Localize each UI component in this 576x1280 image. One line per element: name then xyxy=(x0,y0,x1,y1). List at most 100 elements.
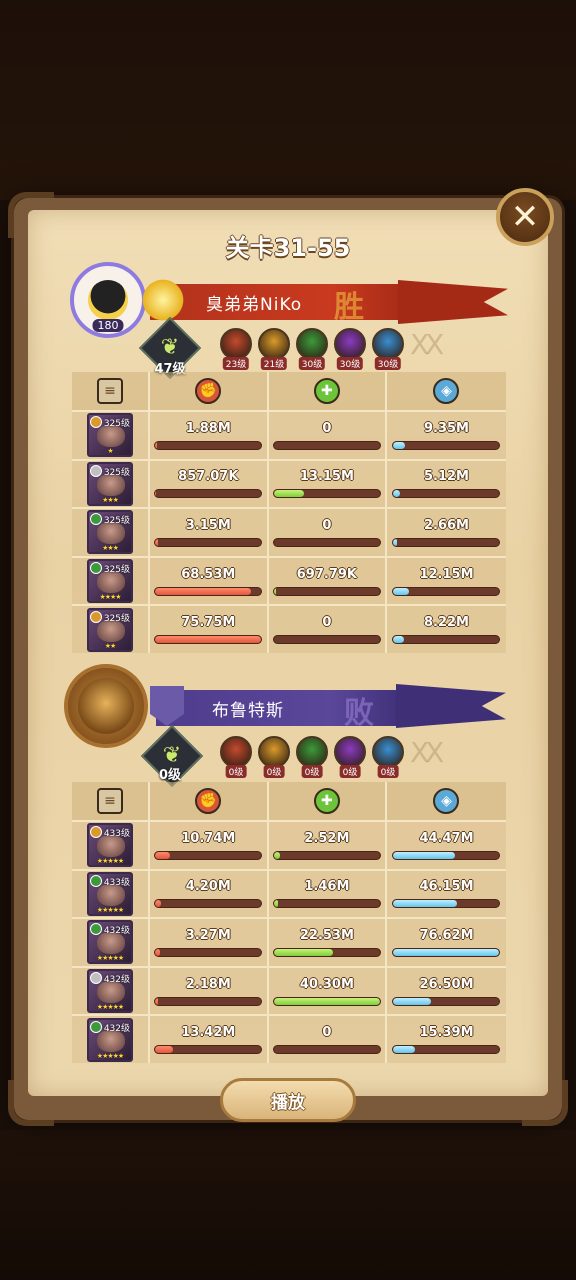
team-winner-stats-table: ≡ ✊ ✚ ◈ 325级 ★ 1.88M 0 9.35M 325级 ★★★ 857.07K 13.15M… xyxy=(72,372,506,653)
hero-portrait[interactable]: 433级 ★★★★★ xyxy=(87,823,133,868)
fist-damage-icon: ✊ xyxy=(195,378,222,404)
hero-faction-icon xyxy=(90,826,102,839)
hero-portrait[interactable]: 325级 ★★ xyxy=(87,607,133,652)
heal-cell: 0 xyxy=(269,509,388,556)
heal-bar xyxy=(272,635,381,645)
winner-crest-icon xyxy=(138,278,188,322)
damage-bar xyxy=(154,537,263,547)
player-name: 臭弟弟NiKo xyxy=(206,294,303,315)
faction-level: 0级 xyxy=(225,765,247,778)
faction-badges: 23级 21级 30级 30级 30级 xyxy=(220,328,404,370)
hero-cell: 432级 ★★★★★ xyxy=(72,919,150,966)
stage-title: 关卡31-55 xyxy=(225,234,351,262)
heal-value: 0 xyxy=(322,1025,332,1041)
hero-portrait[interactable]: 325级 ★★★ xyxy=(87,461,133,506)
tank-bar-fill xyxy=(393,997,431,1005)
damage-value: 13.42M xyxy=(181,1025,236,1041)
team-loser-stats-table: ≡ ✊ ✚ ◈ 433级 ★★★★★ 10.74M 2.52M 44.47M 433级 ★★★★★ 4… xyxy=(72,782,506,1063)
tank-bar xyxy=(392,440,501,450)
damage-value: 4.20M xyxy=(185,879,231,895)
damage-cell: 4.20M xyxy=(150,870,269,918)
tank-bar xyxy=(392,586,501,596)
table-header: ≡ ✊ ✚ ◈ xyxy=(72,372,506,410)
hero-stars: ★★★★★ xyxy=(96,905,124,914)
tank-bar xyxy=(392,489,501,499)
damage-bar xyxy=(154,996,263,1006)
fist-damage-icon: ✊ xyxy=(195,788,222,814)
heal-bar-fill xyxy=(273,587,276,595)
heal-value: 40.30M xyxy=(299,976,354,992)
heal-bar xyxy=(272,489,381,499)
enemy-name: 布鲁特斯 xyxy=(212,700,284,721)
damage-cell: 75.75M xyxy=(150,606,269,653)
tank-bar-fill xyxy=(393,490,400,498)
hero-level: 433级 xyxy=(103,877,130,888)
hero-stat-row: 325级 ★★★ 857.07K 13.15M 5.12M xyxy=(72,458,506,508)
tank-bar-fill xyxy=(393,441,406,449)
heal-cross-icon: ✚ xyxy=(313,788,340,814)
hero-portrait[interactable]: 432级 ★★★★★ xyxy=(87,1017,133,1062)
damage-bar xyxy=(154,635,263,645)
damage-bar-fill xyxy=(155,587,251,595)
heal-value: 22.53M xyxy=(299,927,354,943)
hero-portrait[interactable]: 325级 ★ xyxy=(87,413,133,458)
hero-level: 325级 xyxy=(103,565,130,576)
damage-bar-fill xyxy=(155,851,171,859)
hero-level: 432级 xyxy=(103,975,130,986)
tank-value: 76.62M xyxy=(419,927,474,943)
damage-bar xyxy=(154,850,263,860)
hero-stars: ★★★★ xyxy=(99,593,121,602)
heal-bar xyxy=(272,899,381,909)
hero-level: 325级 xyxy=(103,467,130,478)
tank-cell: 8.22M xyxy=(387,606,506,653)
heal-bar-fill xyxy=(273,490,304,498)
hero-portrait[interactable]: 432级 ★★★★★ xyxy=(87,969,133,1014)
scroll-icon[interactable]: ≡ xyxy=(97,788,123,814)
tank-value: 46.15M xyxy=(419,879,474,895)
damage-value: 68.53M xyxy=(181,566,236,582)
void-faction-icon: 30级 xyxy=(334,328,366,370)
close-button[interactable]: ✕ xyxy=(496,188,554,246)
hero-portrait[interactable]: 432级 ★★★★★ xyxy=(87,920,133,965)
hero-stars: ★★★ xyxy=(102,544,119,553)
damage-bar-fill xyxy=(155,900,161,908)
tank-bar xyxy=(392,947,501,957)
damage-bar xyxy=(154,1045,263,1055)
background-bottom xyxy=(0,1130,576,1280)
damage-bar xyxy=(154,586,263,596)
hero-portrait[interactable]: 325级 ★★★★ xyxy=(87,559,133,604)
hero-cell: 325级 ★ xyxy=(72,412,150,459)
damage-cell: 3.15M xyxy=(150,509,269,556)
player-avatar[interactable]: 180 xyxy=(70,262,146,338)
hero-stars: ★★★ xyxy=(102,495,119,504)
play-replay-button[interactable]: 播放 xyxy=(220,1078,356,1122)
damage-value: 10.74M xyxy=(181,830,236,846)
faction-level: 23级 xyxy=(222,357,250,370)
faction-level: 0级 xyxy=(263,765,285,778)
tank-cell: 5.12M xyxy=(387,461,506,508)
heal-value: 2.52M xyxy=(304,830,350,846)
scroll-icon[interactable]: ≡ xyxy=(97,378,123,404)
tank-bar-fill xyxy=(393,538,397,546)
hero-faction-icon xyxy=(90,464,102,477)
heal-value: 0 xyxy=(322,420,332,436)
tank-bar-fill xyxy=(393,636,405,644)
hero-cell: 433级 ★★★★★ xyxy=(72,822,150,869)
result-win-label: 胜 xyxy=(334,290,364,325)
hero-portrait[interactable]: 325级 ★★★ xyxy=(87,510,133,555)
column-header: ≡ xyxy=(72,782,150,820)
light-faction-icon: 21级 xyxy=(258,328,290,370)
hero-stat-row: 432级 ★★★★★ 2.18M 40.30M 26.50M xyxy=(72,965,506,1015)
column-header: ✊ xyxy=(150,782,269,820)
damage-cell: 10.74M xyxy=(150,822,269,869)
hero-portrait[interactable]: 433级 ★★★★★ xyxy=(87,871,133,916)
damage-value: 2.18M xyxy=(185,976,231,992)
heal-cell: 0 xyxy=(269,606,388,653)
fire-faction-icon: 23级 xyxy=(220,328,252,370)
damage-bar xyxy=(154,440,263,450)
enemy-avatar[interactable] xyxy=(64,664,148,748)
heal-value: 0 xyxy=(322,517,332,533)
damage-bar-fill xyxy=(155,490,157,498)
faction-level: 0级 xyxy=(339,765,361,778)
faction-level: 0级 xyxy=(301,765,323,778)
